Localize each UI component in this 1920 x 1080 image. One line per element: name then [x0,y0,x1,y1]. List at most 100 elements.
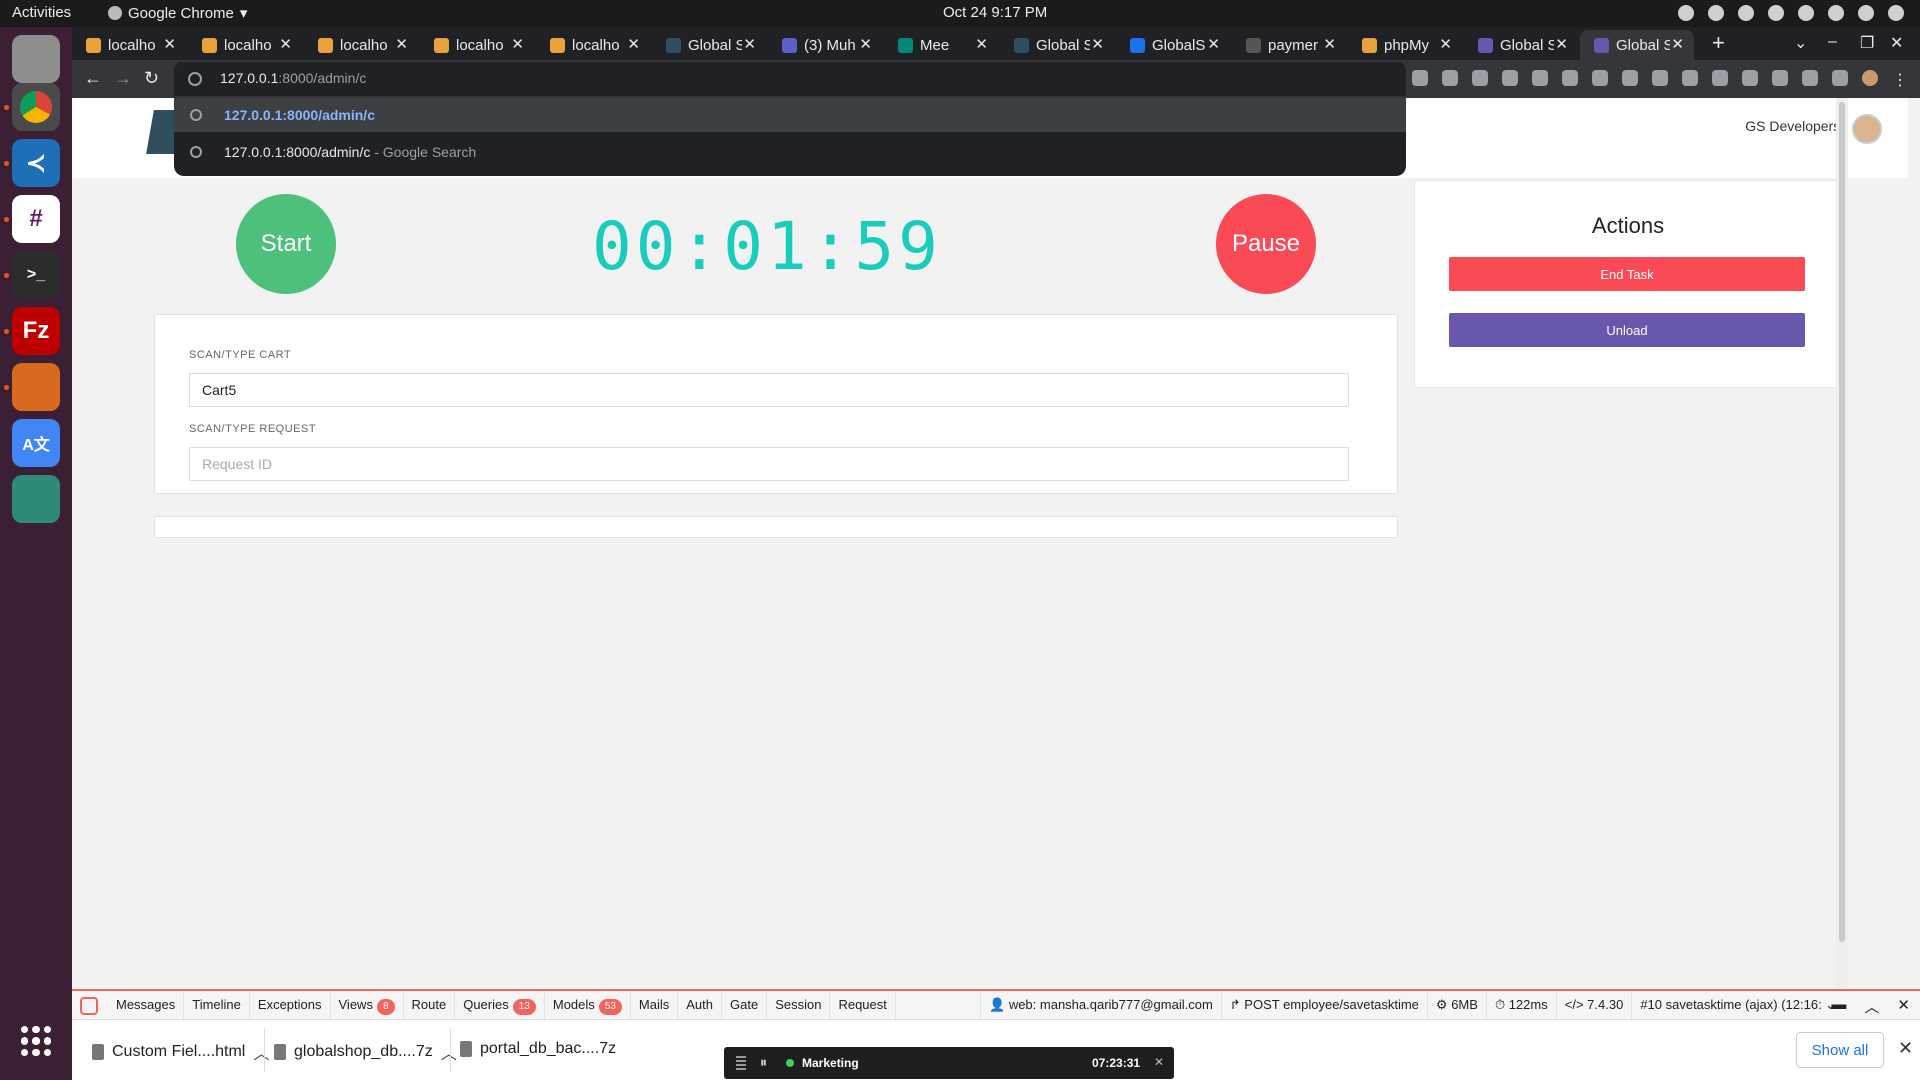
dock: ≺ # >_ Fz A文 [0,27,72,1080]
close-icon[interactable]: ✕ [1897,996,1910,1017]
system-tray[interactable] [1678,5,1904,21]
debug-tab[interactable]: Messages [108,991,185,1019]
tab[interactable]: localho ✕ [304,30,418,60]
address-input[interactable]: 127.0.0.1:8000/admin/c [220,70,366,86]
debug-time: ⏱ 122ms [1485,991,1556,1019]
terminal-icon[interactable]: >_ [12,251,60,299]
translate-icon[interactable]: A文 [12,419,60,467]
reload-icon[interactable]: ↻ [144,68,159,89]
debug-tab[interactable]: Queries 13 [455,991,545,1019]
tab[interactable]: localho ✕ [536,30,650,60]
debug-tab[interactable]: Route [404,991,456,1019]
tab-close-icon[interactable]: ✕ [743,35,756,53]
close-window-icon[interactable]: ✕ [1890,33,1903,53]
tab-close-icon[interactable]: ✕ [1323,35,1336,53]
drag-handle-icon[interactable] [736,1056,746,1070]
tab[interactable]: (3) Muh ✕ [768,30,882,60]
tray-icon [1738,5,1754,21]
tab[interactable]: Global S ✕ [1000,30,1114,60]
debug-tab[interactable]: Request [830,991,896,1019]
files-icon[interactable] [12,35,60,83]
suggestion-url[interactable]: 127.0.0.1:8000/admin/c [174,98,1406,132]
tab[interactable]: localho ✕ [420,30,534,60]
folder-icon[interactable]: ▬ [1831,996,1846,1017]
debug-tab[interactable]: Timeline [184,991,250,1019]
tab[interactable]: Mee ✕ [884,30,998,60]
tab[interactable]: Global S ✕ [1464,30,1578,60]
chrome-icon [108,6,122,20]
tab[interactable]: paymer ✕ [1232,30,1346,60]
new-tab-button[interactable]: + [1712,30,1725,56]
tab-close-icon[interactable]: ✕ [975,35,988,53]
tab-close-icon[interactable]: ✕ [1439,35,1452,53]
tab-search-icon[interactable]: ⌄ [1794,33,1807,53]
show-apps-icon[interactable] [21,1026,51,1056]
user-name[interactable]: GS Developers ! [1745,118,1848,134]
tray-icon [1768,5,1784,21]
extensions-area[interactable]: ⋮ [1412,70,1908,90]
forward-icon[interactable]: → [114,68,132,89]
tab-close-icon[interactable]: ✕ [627,35,640,53]
tab-close-icon[interactable]: ✕ [163,35,176,53]
debug-tab[interactable]: Session [767,991,831,1019]
end-task-button[interactable]: End Task [1449,257,1805,291]
unload-button[interactable]: Unload [1449,313,1805,347]
tab-close-icon[interactable]: ✕ [1207,35,1220,53]
cart-input[interactable] [189,373,1349,407]
debug-tab-label: Mails [638,997,670,1012]
tab-close-icon[interactable]: ✕ [1555,35,1568,53]
vscode-icon[interactable]: ≺ [12,139,60,187]
debug-tab[interactable]: Gate [722,991,768,1019]
tab[interactable]: Global S ✕ [652,30,766,60]
app-icon[interactable] [12,475,60,523]
count-badge: 53 [598,999,622,1015]
page-scrollbar[interactable] [1836,98,1848,989]
clock[interactable]: Oct 24 9:17 PM [943,4,1047,21]
tab[interactable]: localho ✕ [72,30,186,60]
tab[interactable]: GlobalS ✕ [1116,30,1230,60]
pause-icon[interactable]: ⏸ [760,1054,767,1071]
avatar[interactable] [1852,114,1882,144]
app-menu[interactable]: Google Chrome ▾ [108,4,247,22]
timer-value: 07:23:31 [1092,1056,1141,1070]
running-indicator [4,105,9,110]
chevron-up-icon[interactable]: ︿ [1864,996,1879,1017]
suggestion-search[interactable]: 127.0.0.1:8000/admin/c - Google Search [174,135,1406,169]
activities-button[interactable]: Activities [12,4,71,21]
download-item[interactable]: Custom Fiel....html ︿ [92,1040,269,1064]
presentation-icon[interactable] [12,363,60,411]
back-icon[interactable]: ← [84,68,102,89]
filezilla-icon[interactable]: Fz [12,307,60,355]
slack-icon[interactable]: # [12,195,60,243]
debug-tab[interactable]: Exceptions [250,991,331,1019]
laravel-icon[interactable] [80,997,98,1015]
close-download-bar-icon[interactable]: ✕ [1898,1038,1913,1059]
debug-request-select[interactable]: #10 savetasktime (ajax) (12:16: ⌄ [1631,991,1844,1019]
chrome-app-icon[interactable] [12,83,60,131]
close-icon[interactable]: ✕ [1154,1055,1164,1069]
tab-close-icon[interactable]: ✕ [1671,35,1684,53]
debug-tab[interactable]: Models 53 [545,991,631,1019]
tab-close-icon[interactable]: ✕ [1091,35,1104,53]
show-all-button[interactable]: Show all [1796,1032,1884,1068]
tab[interactable]: localho ✕ [188,30,302,60]
request-input[interactable] [189,447,1349,481]
debug-tab[interactable]: Mails [631,991,679,1019]
tab-strip: localho ✕ localho ✕ localho ✕ localho ✕ localho ✕… [72,27,1920,60]
tab-close-icon[interactable]: ✕ [511,35,524,53]
favicon-icon [550,37,565,53]
tab[interactable]: Global S ✕ [1580,30,1694,60]
tab[interactable]: phpMy ✕ [1348,30,1462,60]
debug-tab[interactable]: Views 8 [331,991,404,1019]
tab-close-icon[interactable]: ✕ [859,35,872,53]
address-bar[interactable]: 127.0.0.1:8000/admin/c [174,62,1406,96]
tab-close-icon[interactable]: ✕ [279,35,292,53]
debug-tab[interactable]: Auth [678,991,723,1019]
start-button[interactable]: Start [236,194,336,294]
download-item[interactable]: globalshop_db....7z ︿ [274,1040,457,1064]
tab-close-icon[interactable]: ✕ [395,35,408,53]
pause-button[interactable]: Pause [1216,194,1316,294]
maximize-icon[interactable]: ❐ [1860,33,1874,53]
minimize-icon[interactable]: – [1828,33,1837,51]
download-item[interactable]: portal_db_bac....7z [460,1040,616,1058]
